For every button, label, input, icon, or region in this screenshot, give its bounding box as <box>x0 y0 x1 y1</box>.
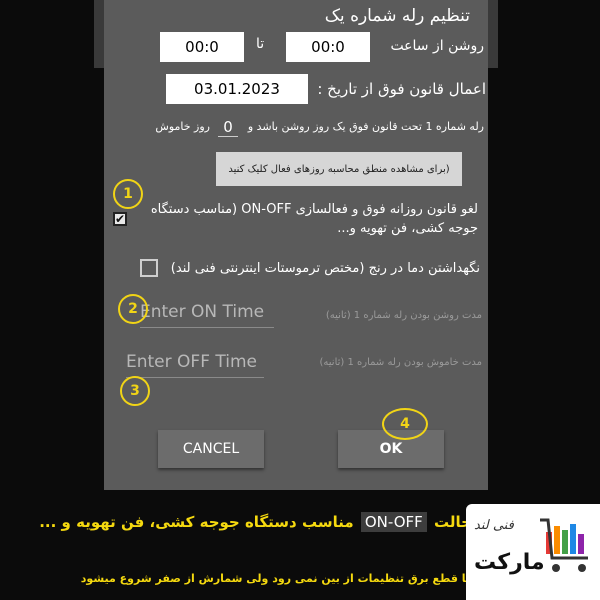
on-time-input[interactable]: Enter ON Time <box>140 302 274 328</box>
date-input[interactable]: 03.01.2023 <box>166 74 308 104</box>
caption-line-1: حالت ON-OFF مناسب دستگاه جوجه کشی، فن ته… <box>39 512 472 532</box>
from-time-input[interactable]: 00:0 <box>160 32 244 62</box>
onoff-mode-text: لغو قانون روزانه فوق و فعالسازی ON-OFF (… <box>150 202 478 236</box>
off-time-hint: مدت خاموش بودن رله شماره 1 (ثانیه) <box>319 357 483 368</box>
keep-temperature-text: نگهداشتن دما در رنج (مختص ترموستات اینتر… <box>170 261 480 276</box>
cart-icon <box>540 518 588 572</box>
to-label: تا <box>256 36 265 52</box>
dialog-edge-left <box>94 0 104 68</box>
check-icon: ✔ <box>115 212 126 226</box>
on-from-label: روشن از ساعت <box>390 38 484 54</box>
funiland-market-logo: فنی لند مارکت <box>466 504 600 600</box>
off-days-input[interactable]: 0 <box>218 118 238 137</box>
caption-line-2: با قطع برق تنظیمات از بین نمی رود ولی شم… <box>80 572 470 585</box>
on-time-hint: مدت روشن بودن رله شماره 1 (ثانیه) <box>325 310 482 321</box>
annotation-marker-4: 4 <box>382 408 428 440</box>
relay-rule-text: رله شماره 1 تحت قانون فوق یک روز روشن با… <box>247 120 484 133</box>
off-days-label: روز خاموش <box>155 120 210 133</box>
logo-line-2: مارکت <box>474 550 545 575</box>
annotation-marker-2: 2 <box>118 294 148 324</box>
annotation-marker-1: 1 <box>113 179 143 209</box>
dialog-edge-right <box>488 0 498 68</box>
cancel-button[interactable]: CANCEL <box>158 430 264 468</box>
keep-temperature-checkbox[interactable] <box>140 259 158 277</box>
caption-onoff-badge: ON-OFF <box>360 512 427 532</box>
to-time-input[interactable]: 00:0 <box>286 32 370 62</box>
annotation-marker-3: 3 <box>120 376 150 406</box>
off-time-input[interactable]: Enter OFF Time <box>126 352 264 378</box>
logic-info-button[interactable]: (برای مشاهده منطق محاسبه روزهای فعال کلی… <box>216 152 462 186</box>
date-label: اعمال قانون فوق از تاریخ : <box>317 80 486 98</box>
logo-line-1: فنی لند <box>474 518 514 533</box>
caption-suffix: مناسب دستگاه جوجه کشی، فن تهویه و ... <box>39 513 354 531</box>
onoff-mode-checkbox[interactable]: ✔ <box>113 212 127 226</box>
dialog-title: تنظیم رله شماره یک <box>324 6 470 26</box>
